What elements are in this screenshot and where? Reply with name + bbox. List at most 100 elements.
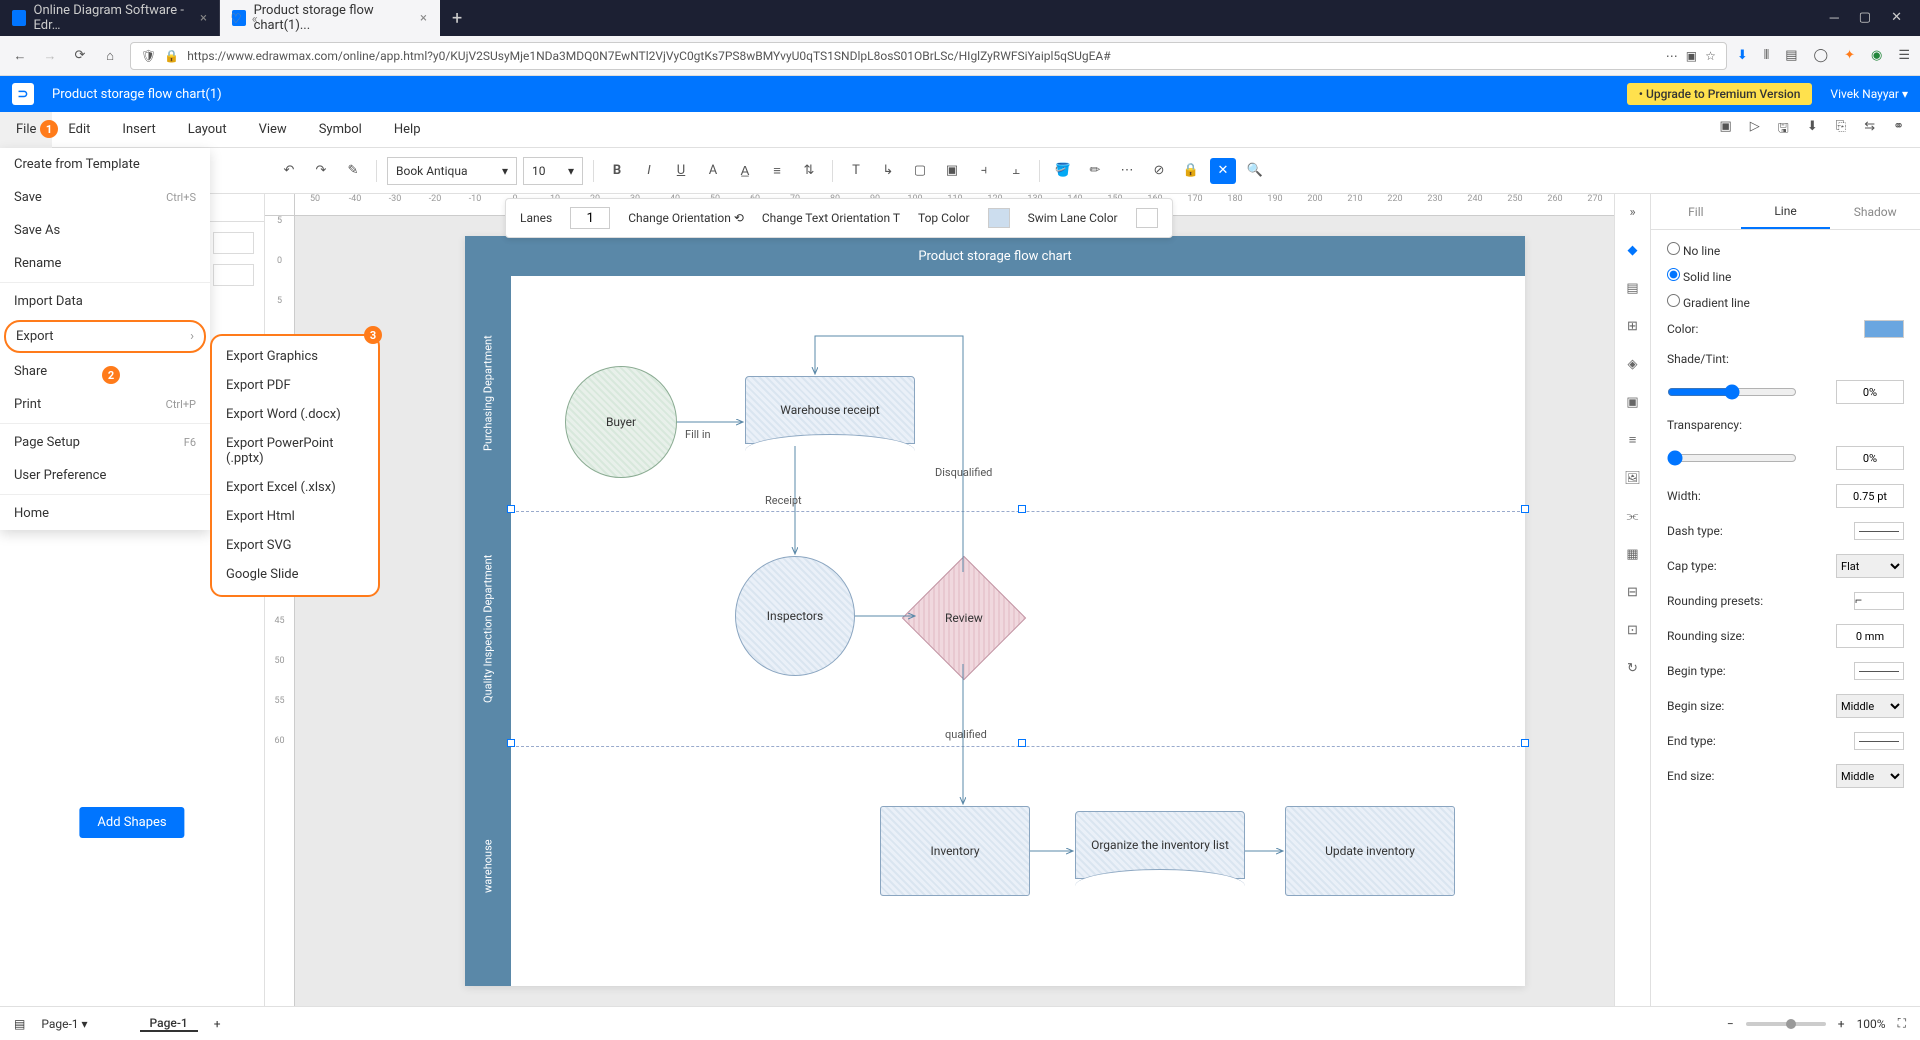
tab-line[interactable]: Line	[1741, 194, 1831, 229]
clear-icon[interactable]: ⊘	[1146, 158, 1172, 184]
export-graphics[interactable]: Export Graphics	[212, 342, 378, 371]
arrange-icon[interactable]: ▦	[1623, 544, 1643, 564]
new-tab-button[interactable]: +	[440, 8, 474, 29]
radio-gradient-line[interactable]: Gradient line	[1667, 294, 1904, 310]
node-review[interactable]: Review	[902, 556, 1026, 680]
tab-fill[interactable]: Fill	[1651, 194, 1741, 229]
lane-header-3[interactable]: warehouse	[465, 746, 511, 986]
download-icon[interactable]: ⬇	[1737, 48, 1748, 63]
shade-slider[interactable]	[1667, 384, 1797, 400]
dash-type-select[interactable]	[1854, 522, 1904, 540]
addon-icon[interactable]: ▤	[1785, 48, 1797, 63]
page-icon[interactable]: ▤	[1623, 278, 1643, 298]
cap-select[interactable]: Flat	[1836, 554, 1904, 578]
app-logo[interactable]: ⊃	[12, 83, 34, 105]
tools-icon[interactable]: ✕	[1210, 158, 1236, 184]
line-spacing-icon[interactable]: ⇅	[796, 158, 822, 184]
radio-no-line[interactable]: No line	[1667, 242, 1904, 258]
connector-icon[interactable]: ↳	[875, 158, 901, 184]
shade-value[interactable]	[1836, 380, 1904, 404]
pin-icon[interactable]: «	[252, 12, 258, 27]
link-icon[interactable]: ⫘	[1623, 506, 1643, 526]
export-html[interactable]: Export Html	[212, 502, 378, 531]
group-icon[interactable]: ⊡	[1623, 620, 1643, 640]
node-inspectors[interactable]: Inspectors	[735, 556, 855, 676]
grid-icon[interactable]: ⊞	[1623, 316, 1643, 336]
layers-icon[interactable]: ◈	[1623, 354, 1643, 374]
node-inventory[interactable]: Inventory	[880, 806, 1030, 896]
export-excel[interactable]: Export Excel (.xlsx)	[212, 473, 378, 502]
lane-header-1[interactable]: Purchasing Department	[465, 276, 511, 511]
dd-save-as[interactable]: Save As	[0, 214, 210, 247]
minimize-icon[interactable]: ─	[1830, 10, 1839, 26]
outline-icon[interactable]: ▤	[14, 1017, 25, 1031]
menu-help[interactable]: Help	[378, 112, 437, 148]
doc-title[interactable]: Product storage flow chart(1)	[52, 87, 222, 102]
image-side-icon[interactable]: 🖼	[1623, 468, 1643, 488]
menu-view[interactable]: View	[243, 112, 303, 148]
close-window-icon[interactable]: ✕	[1891, 10, 1902, 26]
capture-icon[interactable]: ▣	[1720, 119, 1732, 141]
underline-icon[interactable]: U	[668, 158, 694, 184]
dd-page-setup[interactable]: Page SetupF6	[0, 426, 210, 459]
browser-tab-1[interactable]: Online Diagram Software - Edr… ×	[0, 0, 220, 36]
font-color-icon[interactable]: A	[700, 158, 726, 184]
node-receipt[interactable]: Warehouse receipt	[745, 376, 915, 444]
dd-rename[interactable]: Rename	[0, 247, 210, 280]
search-icon[interactable]: 🔍	[1242, 158, 1268, 184]
bookmark-star-icon[interactable]: ☆	[1705, 49, 1716, 63]
image-icon[interactable]: ▣	[939, 158, 965, 184]
menu-symbol[interactable]: Symbol	[303, 112, 378, 148]
zoom-value[interactable]: 100%	[1857, 1017, 1886, 1031]
container-icon[interactable]: ▢	[907, 158, 933, 184]
add-shapes-button[interactable]: Add Shapes	[79, 807, 184, 838]
export-gslide[interactable]: Google Slide	[212, 560, 378, 589]
fullscreen-icon[interactable]: ⛶	[1898, 1016, 1906, 1031]
export-pdf[interactable]: Export PDF	[212, 371, 378, 400]
distribute-icon[interactable]: ⫠	[1003, 158, 1029, 184]
trans-slider[interactable]	[1667, 450, 1797, 466]
font-size-select[interactable]: 10▾	[523, 157, 583, 185]
url-input[interactable]: 🛡 🔒 https://www.edrawmax.com/online/app.…	[130, 42, 1727, 70]
textbox-icon[interactable]: T	[843, 158, 869, 184]
node-update[interactable]: Update inventory	[1285, 806, 1455, 896]
menu-insert[interactable]: Insert	[106, 112, 171, 148]
dd-save[interactable]: SaveCtrl+S	[0, 181, 210, 214]
change-text-orientation[interactable]: Change Text Orientation T	[762, 211, 900, 225]
swimlane-title[interactable]: Product storage flow chart	[465, 236, 1525, 276]
color-swatch[interactable]	[1864, 320, 1904, 338]
data-icon[interactable]: ≡	[1623, 430, 1643, 450]
shape-thumb[interactable]	[213, 264, 254, 286]
begin-type-select[interactable]	[1854, 662, 1904, 680]
present-icon[interactable]: ▷	[1750, 119, 1760, 141]
zoom-out-icon[interactable]: −	[1727, 1017, 1734, 1031]
dd-import[interactable]: Import Data	[0, 285, 210, 318]
lanes-input[interactable]	[570, 207, 610, 229]
font-select[interactable]: Book Antiqua▾	[387, 157, 517, 185]
swimlane-color-swatch[interactable]	[1136, 208, 1158, 228]
undo-icon[interactable]: ↶	[276, 158, 302, 184]
upgrade-button[interactable]: • Upgrade to Premium Version	[1627, 83, 1813, 105]
end-size-select[interactable]: Middle	[1836, 764, 1904, 788]
close-icon[interactable]: ×	[420, 11, 427, 26]
end-type-select[interactable]	[1854, 732, 1904, 750]
dd-home[interactable]: Home	[0, 497, 210, 530]
width-value[interactable]	[1836, 484, 1904, 508]
canvas-area[interactable]: 50-40-30-20-1001020304050607080901001101…	[265, 194, 1614, 1006]
align2-icon[interactable]: ⊟	[1623, 582, 1643, 602]
menu-icon[interactable]: ☰	[1898, 48, 1910, 63]
tab-shadow[interactable]: Shadow	[1830, 194, 1920, 229]
history-icon[interactable]: ↻	[1623, 658, 1643, 678]
menu-edit[interactable]: Edit	[52, 112, 106, 148]
text-bg-icon[interactable]: A̲	[732, 158, 758, 184]
dd-export[interactable]: Export›	[4, 320, 206, 353]
redo-icon[interactable]: ↷	[308, 158, 334, 184]
theme-icon[interactable]: ▣	[1623, 392, 1643, 412]
fill-icon[interactable]: 🪣	[1050, 158, 1076, 184]
home-icon[interactable]: ⌂	[100, 46, 120, 66]
begin-size-select[interactable]: Middle	[1836, 694, 1904, 718]
align-icon[interactable]: ≡	[764, 158, 790, 184]
style-icon[interactable]: ◆	[1623, 240, 1643, 260]
rounding-preset-select[interactable]: ⌐	[1854, 592, 1904, 610]
add-page-button[interactable]: +	[214, 1017, 221, 1031]
